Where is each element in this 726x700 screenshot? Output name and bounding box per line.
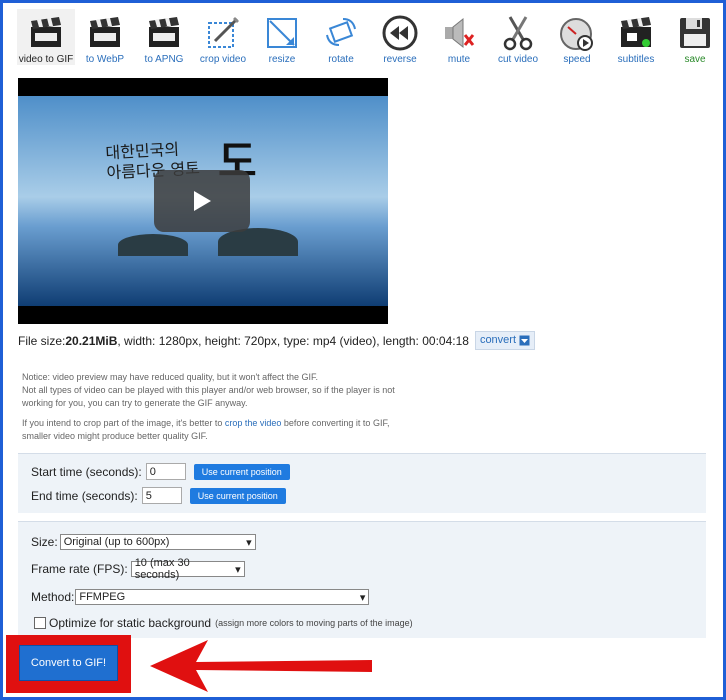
file-info-prefix: File size:	[18, 333, 66, 348]
size-label: Size:	[31, 535, 58, 549]
notice-text: Notice: video preview may have reduced q…	[22, 371, 412, 450]
tool-label: save	[684, 54, 706, 65]
tool-reverse[interactable]: reverse	[371, 9, 429, 65]
method-row: Method: FFMPEG ▾	[31, 589, 370, 605]
tool-label: mute	[447, 54, 471, 65]
time-range-panel: Start time (seconds): 0 Use current posi…	[18, 453, 706, 513]
tool-rotate[interactable]: rotate	[312, 9, 370, 65]
chevron-down-icon: ▾	[235, 563, 241, 576]
video-player[interactable]: 대한민국의 아름다운 영토 도	[18, 78, 388, 324]
options-panel: Size: Original (up to 600px) ▾ Frame rate…	[18, 521, 706, 638]
crop-video-link[interactable]: crop the video	[225, 418, 282, 428]
start-time-label: Start time (seconds):	[31, 464, 142, 479]
tool-label: cut video	[497, 54, 539, 65]
scissors-icon	[498, 13, 538, 53]
tool-speed[interactable]: speed	[548, 9, 606, 65]
optimize-label[interactable]: Optimize for static background	[49, 616, 211, 630]
tool-label: resize	[268, 54, 296, 65]
tool-label: to WebP	[85, 54, 125, 65]
tool-to-webp[interactable]: to WebP	[76, 9, 134, 65]
start-time-row: Start time (seconds): 0 Use current posi…	[31, 463, 290, 480]
download-icon	[519, 335, 530, 345]
notice-line-1: Notice: video preview may have reduced q…	[22, 372, 395, 408]
method-select[interactable]: FFMPEG ▾	[75, 589, 370, 605]
optimize-checkbox[interactable]	[34, 617, 46, 629]
notice-crop-hint: If you intend to crop part of the image,…	[22, 418, 390, 441]
tool-label: video to GIF	[18, 54, 74, 65]
tool-label: speed	[563, 54, 591, 65]
tool-video-to-gif[interactable]: video to GIF	[17, 9, 75, 65]
file-info: File size: 20.21MiB , width: 1280px, hei…	[18, 331, 536, 350]
tool-bar: video to GIF to WebP to APNG crop video …	[17, 9, 725, 65]
file-info-details: , width: 1280px, height: 720px, type: mp…	[117, 333, 469, 348]
clapperboard-webp-icon	[85, 13, 125, 53]
file-size: 20.21MiB	[65, 333, 118, 348]
tool-label: rotate	[328, 54, 354, 65]
tool-resize[interactable]: resize	[253, 9, 311, 65]
size-row: Size: Original (up to 600px) ▾	[31, 534, 256, 550]
clapperboard-apng-icon	[144, 13, 184, 53]
end-use-current-button[interactable]: Use current position	[189, 487, 286, 504]
tool-save[interactable]: save	[666, 9, 724, 65]
resize-icon	[262, 13, 302, 53]
tool-label: subtitles	[617, 54, 655, 65]
island-right	[218, 228, 298, 256]
tool-label: crop video	[199, 54, 247, 65]
convert-label: convert	[479, 334, 517, 346]
start-time-input[interactable]: 0	[145, 463, 186, 480]
tool-mute[interactable]: mute	[430, 9, 488, 65]
reverse-icon	[380, 13, 420, 53]
speed-icon	[557, 13, 597, 53]
tool-label: reverse	[383, 54, 417, 65]
end-time-label: End time (seconds):	[31, 488, 138, 503]
play-button[interactable]	[154, 170, 250, 232]
clapperboard-gif-icon	[26, 13, 66, 53]
crop-icon	[203, 13, 243, 53]
tool-crop-video[interactable]: crop video	[194, 9, 252, 65]
subtitles-icon	[616, 13, 656, 53]
chevron-down-icon: ▾	[359, 591, 366, 604]
play-icon	[194, 191, 211, 211]
fps-row: Frame rate (FPS): 10 (max 30 seconds) ▾	[31, 557, 245, 581]
pointer-arrow	[150, 640, 372, 692]
convert-to-gif-button[interactable]: Convert to GIF!	[19, 645, 118, 681]
island-left	[118, 234, 188, 256]
method-label: Method:	[31, 590, 75, 604]
optimize-row: Optimize for static background (assign m…	[34, 616, 413, 630]
convert-button[interactable]: convert	[474, 331, 536, 350]
fps-label: Frame rate (FPS):	[31, 562, 128, 576]
tool-subtitles[interactable]: subtitles	[607, 9, 665, 65]
size-select[interactable]: Original (up to 600px) ▾	[59, 534, 256, 550]
fps-select[interactable]: 10 (max 30 seconds) ▾	[130, 557, 245, 581]
optimize-note: (assign more colors to moving parts of t…	[215, 618, 413, 628]
tool-label: to APNG	[144, 54, 184, 65]
tool-cut-video[interactable]: cut video	[489, 9, 547, 65]
rotate-icon	[321, 13, 361, 53]
highlight-box: Convert to GIF!	[6, 635, 131, 693]
mute-icon	[439, 13, 479, 53]
end-time-input[interactable]: 5	[141, 487, 182, 504]
start-use-current-button[interactable]: Use current position	[193, 463, 290, 480]
chevron-down-icon: ▾	[246, 536, 252, 549]
floppy-disk-icon	[675, 13, 715, 53]
end-time-row: End time (seconds): 5 Use current positi…	[31, 487, 286, 504]
tool-to-apng[interactable]: to APNG	[135, 9, 193, 65]
